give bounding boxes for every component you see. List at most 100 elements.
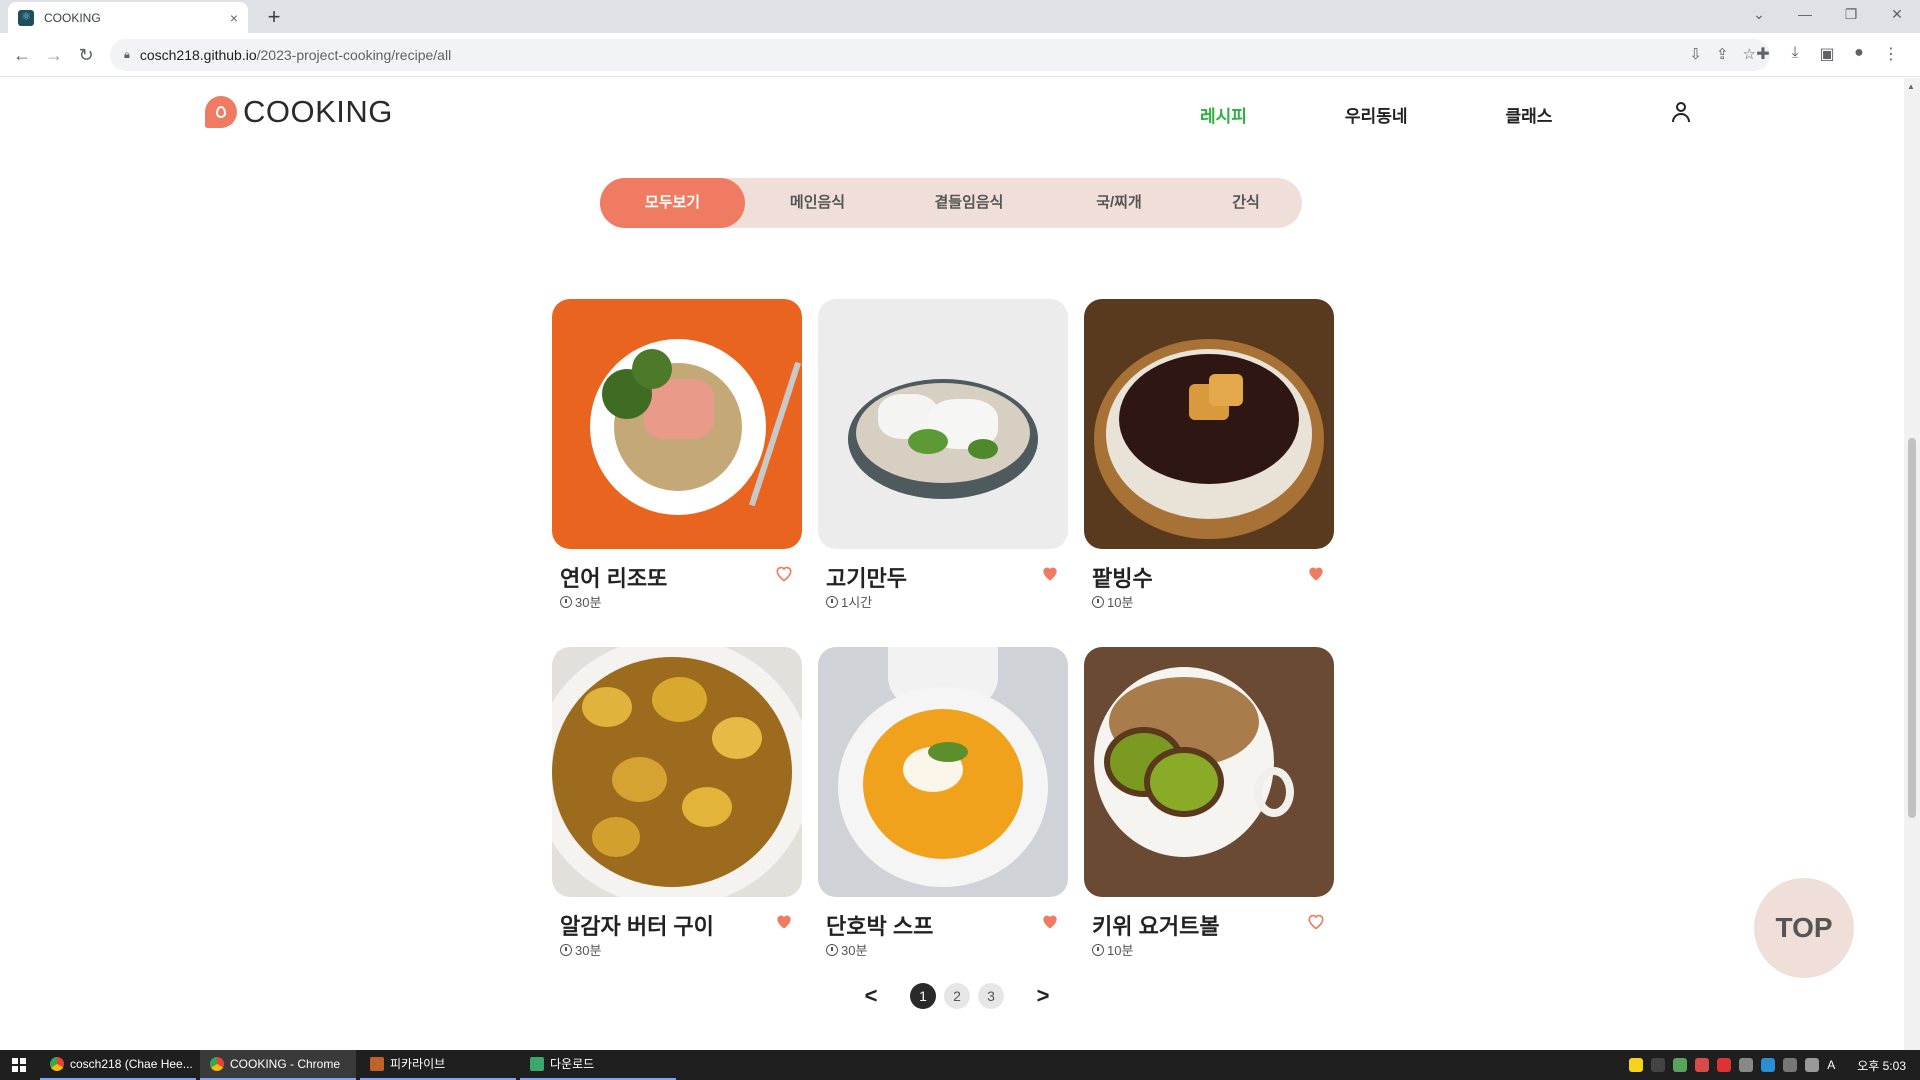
recipe-time: 1시간 — [826, 592, 872, 611]
tray-security-icon[interactable] — [1695, 1058, 1710, 1072]
tray-app-icon[interactable] — [1673, 1058, 1688, 1072]
tray-v-icon[interactable] — [1717, 1058, 1732, 1072]
recipe-image-patbingsu[interactable] — [1084, 299, 1334, 549]
recipe-card[interactable]: 알감자 버터 구이 30분 — [552, 647, 802, 958]
recipe-title[interactable]: 키위 요거트볼 — [1092, 909, 1220, 941]
minimize-button[interactable]: — — [1782, 0, 1828, 30]
share-icon[interactable]: ⇪ — [1716, 45, 1729, 63]
timer-icon — [560, 943, 572, 956]
recipe-card[interactable]: 연어 리조또 30분 — [552, 299, 802, 610]
recipe-image-meat-dumplings[interactable] — [818, 299, 1068, 549]
logo-text: COOKING — [243, 94, 393, 129]
tab-side-dish[interactable]: 곁들임음식 — [890, 178, 1048, 228]
side-panel-icon[interactable]: ▣ — [1818, 44, 1836, 64]
tray-shield-icon[interactable] — [1739, 1058, 1754, 1072]
tray-g-icon[interactable] — [1651, 1058, 1666, 1072]
pagination-next-button[interactable]: > — [1028, 983, 1058, 1009]
heart-filled-icon[interactable] — [1040, 563, 1060, 583]
timer-icon — [560, 595, 572, 608]
tab-title: COOKING — [44, 10, 101, 25]
taskbar-item-cooking-chrome[interactable]: COOKING - Chrome — [200, 1050, 356, 1080]
pagination: < 1 2 3 > — [856, 983, 1058, 1009]
window-controls: ⌄ — ❐ ✕ — [1736, 0, 1920, 30]
nav-item-neighborhood[interactable]: 우리동네 — [1345, 102, 1408, 127]
omnibox-actions: ⇩ ⇪ ☆ — [1689, 45, 1756, 63]
download-icon — [530, 1057, 544, 1071]
nav-item-class[interactable]: 클래스 — [1505, 102, 1552, 127]
recipe-time: 10분 — [1092, 592, 1133, 611]
tray-network-icon[interactable] — [1783, 1058, 1798, 1072]
browser-extensions: ✚ ⤓ ▣ ● ⋮ — [1754, 44, 1900, 64]
taskbar-item-downloads[interactable]: 다운로드 — [520, 1050, 676, 1080]
logo-pin-icon — [205, 96, 237, 128]
page-button[interactable]: 1 — [910, 983, 936, 1009]
recipe-card[interactable]: 팥빙수 10분 — [1084, 299, 1334, 610]
recipe-title[interactable]: 고기만두 — [826, 561, 907, 593]
menu-kebab-icon[interactable]: ⋮ — [1882, 44, 1900, 64]
recipe-image-kiwi-yogurt-bowl[interactable] — [1084, 647, 1334, 897]
recipe-title[interactable]: 연어 리조또 — [560, 561, 667, 593]
profile-avatar-icon[interactable]: ● — [1850, 44, 1868, 64]
taskbar-item-github[interactable]: cosch218 (Chae Hee... — [40, 1050, 196, 1080]
site-logo[interactable]: COOKING — [205, 94, 393, 130]
browser-tab[interactable]: ⚛ COOKING × — [8, 2, 248, 33]
scroll-up-arrow-icon[interactable]: ▲ — [1907, 82, 1915, 91]
taskbar-item-picalive[interactable]: 피카라이브 — [360, 1050, 516, 1080]
restore-button[interactable]: ❐ — [1828, 0, 1874, 30]
timer-icon — [1092, 943, 1104, 956]
pagination-prev-button[interactable]: < — [856, 983, 886, 1009]
recipe-image-pumpkin-soup[interactable] — [818, 647, 1068, 897]
page-button[interactable]: 3 — [978, 983, 1004, 1009]
heart-filled-icon[interactable] — [1306, 563, 1326, 583]
site-header: COOKING 레시피 우리동네 클래스 — [0, 78, 1904, 150]
page-viewport: COOKING 레시피 우리동네 클래스 모두보기 메인음식 곁들임음식 국/찌… — [0, 78, 1904, 1050]
recipe-card[interactable]: 고기만두 1시간 — [818, 299, 1068, 610]
nav-item-recipe[interactable]: 레시피 — [1200, 102, 1247, 127]
page-button[interactable]: 2 — [944, 983, 970, 1009]
downloads-icon[interactable]: ⤓ — [1786, 44, 1804, 64]
recipe-title[interactable]: 팥빙수 — [1092, 561, 1153, 593]
recipe-card[interactable]: 키위 요거트볼 10분 — [1084, 647, 1334, 958]
recipe-time: 30분 — [560, 592, 601, 611]
install-app-icon[interactable]: ⇩ — [1689, 45, 1702, 63]
extensions-puzzle-icon[interactable]: ✚ — [1754, 44, 1772, 64]
heart-filled-icon[interactable] — [1040, 911, 1060, 931]
scroll-to-top-button[interactable]: TOP — [1754, 878, 1854, 978]
browser-tabbar: ⚛ COOKING × + ⌄ — ❐ ✕ — [0, 0, 1920, 33]
kakaotalk-icon[interactable] — [1629, 1058, 1644, 1072]
heart-outline-icon[interactable] — [1306, 911, 1326, 931]
heart-outline-icon[interactable] — [774, 563, 794, 583]
taskbar-clock[interactable]: 오후 5:03 — [1857, 1057, 1906, 1074]
heart-filled-icon[interactable] — [774, 911, 794, 931]
page-scrollbar[interactable]: ▲ — [1904, 78, 1920, 1050]
tab-search-icon[interactable]: ⌄ — [1736, 0, 1782, 30]
recipe-title[interactable]: 알감자 버터 구이 — [560, 909, 714, 941]
recipe-image-butter-potatoes[interactable] — [552, 647, 802, 897]
url-path: /2023-project-cooking/recipe/all — [256, 47, 452, 63]
recipe-card[interactable]: 단호박 스프 30분 — [818, 647, 1068, 958]
tab-snack[interactable]: 간식 — [1190, 178, 1302, 228]
tab-all[interactable]: 모두보기 — [600, 178, 745, 228]
tab-close-icon[interactable]: × — [230, 10, 238, 26]
volume-icon[interactable] — [1805, 1058, 1820, 1072]
ime-indicator[interactable]: A — [1827, 1058, 1835, 1072]
category-tabs: 모두보기 메인음식 곁들임음식 국/찌개 간식 — [600, 178, 1302, 228]
tab-main-dish[interactable]: 메인음식 — [745, 178, 890, 228]
reload-icon[interactable]: ↻ — [72, 41, 100, 69]
recipe-image-salmon-risotto[interactable] — [552, 299, 802, 549]
user-account-icon[interactable] — [1670, 100, 1692, 124]
windows-taskbar: cosch218 (Chae Hee... COOKING - Chrome 피… — [0, 1050, 1920, 1080]
recipe-time: 10분 — [1092, 940, 1133, 959]
recipe-title[interactable]: 단호박 스프 — [826, 909, 933, 941]
scroll-thumb[interactable] — [1908, 438, 1916, 818]
forward-arrow-icon[interactable]: → — [40, 41, 68, 69]
timer-icon — [1092, 595, 1104, 608]
timer-icon — [826, 943, 838, 956]
new-tab-button[interactable]: + — [260, 4, 288, 32]
close-window-button[interactable]: ✕ — [1874, 0, 1920, 30]
tab-soup-stew[interactable]: 국/찌개 — [1048, 178, 1190, 228]
back-arrow-icon[interactable]: ← — [8, 41, 36, 69]
tray-cloud-icon[interactable] — [1761, 1058, 1776, 1072]
address-bar[interactable]: 🔒︎ cosch218.github.io/2023-project-cooki… — [110, 39, 1770, 71]
windows-start-icon[interactable] — [12, 1058, 26, 1072]
